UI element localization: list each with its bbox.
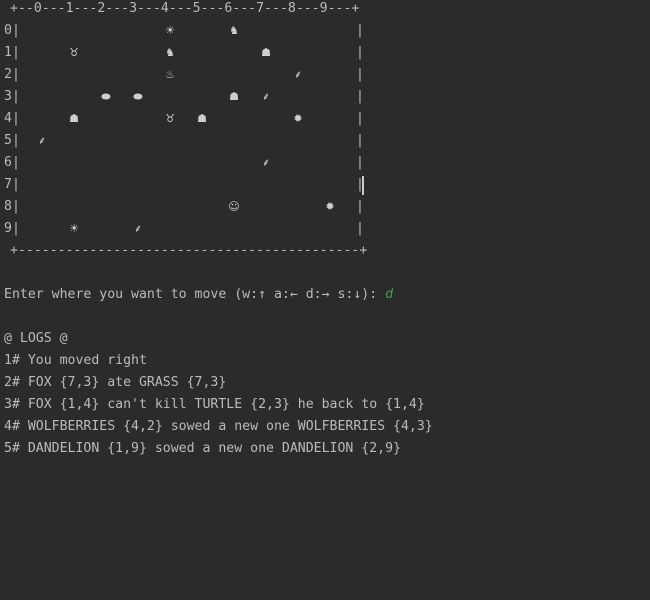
right-wall-1: | xyxy=(356,45,364,60)
row-label-8: 8| xyxy=(4,199,20,214)
log-entry: 3# FOX {1,4} can't kill TURTLE {2,3} he … xyxy=(4,397,425,412)
right-wall-0: | xyxy=(356,23,364,38)
grass-icon: ⸙ xyxy=(37,134,47,147)
grass-icon: ⸙ xyxy=(133,222,143,235)
turtle-icon: ⬬ xyxy=(101,90,111,103)
right-wall-6: | xyxy=(356,155,364,170)
dandelion-icon: ☀ xyxy=(165,24,175,37)
right-wall-4: | xyxy=(356,111,364,126)
log-entry: 2# FOX {7,3} ate GRASS {7,3} xyxy=(4,375,227,390)
log-entry: 5# DANDELION {1,9} sowed a new one DANDE… xyxy=(4,441,401,456)
right-wall-9: | xyxy=(356,221,364,236)
move-input-value[interactable]: d xyxy=(385,287,393,302)
row-label-6: 6| xyxy=(4,155,20,170)
right-wall-3: | xyxy=(356,89,364,104)
grass-icon: ⸙ xyxy=(261,156,271,169)
antelope-icon: ♞ xyxy=(165,46,175,59)
wolf-icon: ☗ xyxy=(261,46,271,59)
move-prompt[interactable]: Enter where you want to move (w:↑ a:← d:… xyxy=(4,284,393,306)
fox-icon: ☗ xyxy=(229,90,239,103)
wolfberries-icon: ♨ xyxy=(165,68,175,81)
board-top-border: +--0---1---2---3---4---5---6---7---8---9… xyxy=(10,1,360,16)
row-label-1: 1| xyxy=(4,45,20,60)
dandelion-icon: ☀ xyxy=(69,222,79,235)
row-label-5: 5| xyxy=(4,133,20,148)
fox-icon: ☗ xyxy=(69,112,79,125)
row-label-0: 0| xyxy=(4,23,20,38)
wolf-icon: ☗ xyxy=(197,112,207,125)
move-prompt-text: Enter where you want to move (w:↑ a:← d:… xyxy=(4,287,386,302)
grass-icon: ⸙ xyxy=(261,90,271,103)
logs-title: @ LOGS @ xyxy=(4,331,68,346)
row-label-2: 2| xyxy=(4,67,20,82)
antelope-icon: ♞ xyxy=(229,24,239,37)
right-wall-5: | xyxy=(356,133,364,148)
right-wall-8: | xyxy=(356,199,364,214)
turtle-icon: ⬬ xyxy=(133,90,143,103)
row-label-7: 7| xyxy=(4,177,20,192)
human-player-icon: ☺ xyxy=(228,200,240,213)
log-entry: 1# You moved right xyxy=(4,353,147,368)
row-label-3: 3| xyxy=(4,89,20,104)
grass-icon: ⸙ xyxy=(293,68,303,81)
board-bottom-border: +---------------------------------------… xyxy=(10,243,368,258)
hogweed-icon: ✹ xyxy=(293,112,303,125)
row-label-9: 9| xyxy=(4,221,20,236)
log-entry: 4# WOLFBERRIES {4,2} sowed a new one WOL… xyxy=(4,419,433,434)
sheep-icon: ♉ xyxy=(165,112,175,125)
sheep-icon: ♉ xyxy=(69,46,79,59)
hogweed-icon: ✹ xyxy=(325,200,335,213)
row-label-4: 4| xyxy=(4,111,20,126)
right-wall-2: | xyxy=(356,67,364,82)
text-cursor xyxy=(362,176,364,195)
